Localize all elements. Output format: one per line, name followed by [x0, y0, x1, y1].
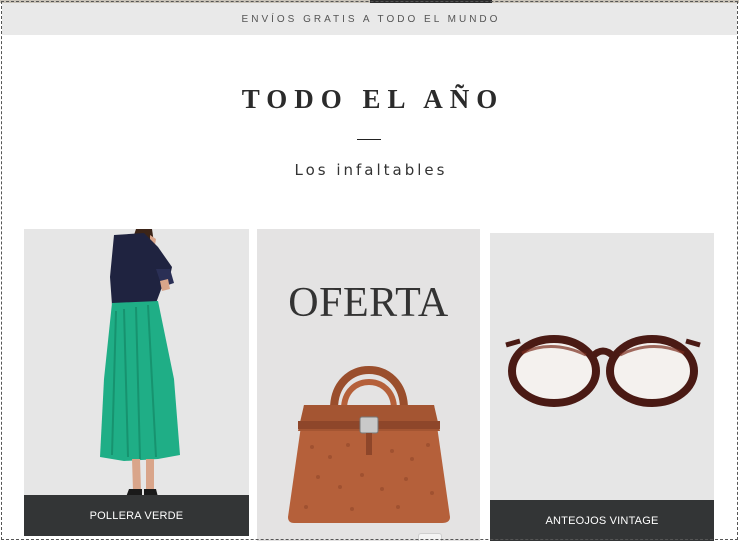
product-card-glasses[interactable]: ANTEOJOS VINTAGE	[490, 233, 714, 541]
product-caption-glasses[interactable]: ANTEOJOS VINTAGE	[490, 500, 714, 541]
title-divider	[357, 139, 381, 140]
green-skirt-image	[100, 229, 180, 497]
product-card-offer[interactable]: OFERTA	[257, 229, 480, 541]
product-card-skirt[interactable]: POLLERA VERDE	[24, 229, 249, 536]
section-title: TODO EL AÑO	[241, 84, 505, 114]
mini-badge	[418, 533, 442, 541]
tortoiseshell-glasses-image	[505, 335, 701, 407]
shipping-banner-text: ENVÍOS GRATIS A TODO EL MUNDO	[241, 13, 501, 25]
section-subtitle: Los infaltables	[294, 161, 448, 179]
product-caption-skirt[interactable]: POLLERA VERDE	[24, 495, 249, 536]
brown-handbag-image	[288, 366, 450, 523]
offer-label: OFERTA	[288, 280, 449, 326]
shipping-banner: ENVÍOS GRATIS A TODO EL MUNDO	[2, 3, 737, 35]
